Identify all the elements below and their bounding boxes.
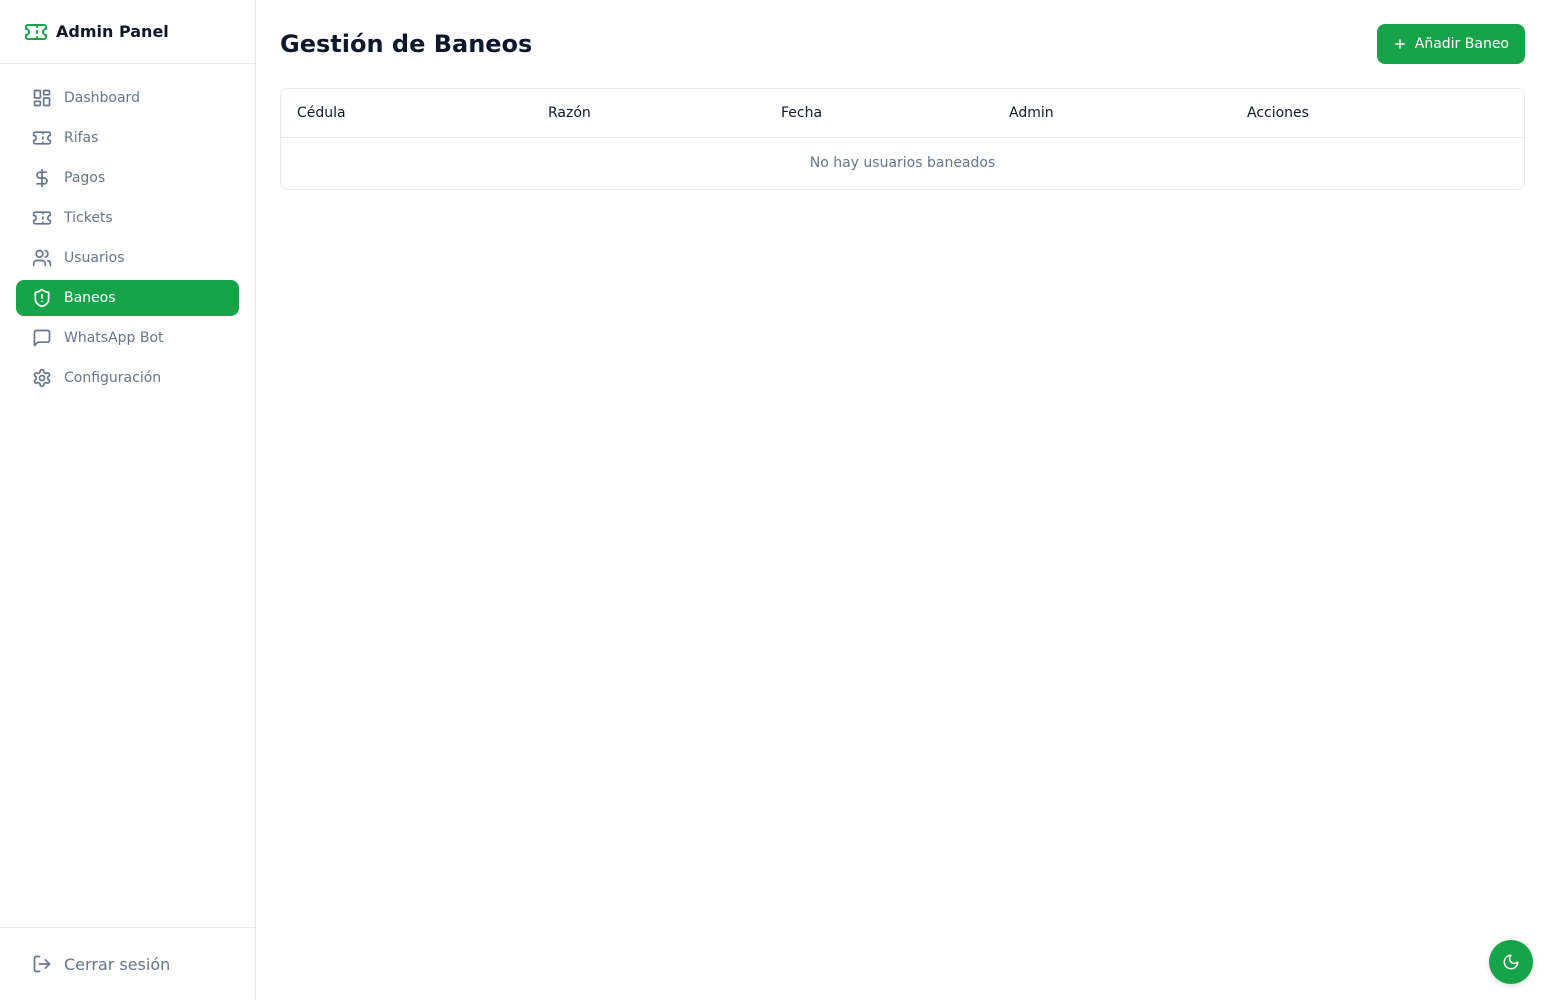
shield-alert-icon: [32, 288, 52, 308]
sidebar-item-label: Dashboard: [64, 90, 140, 106]
sidebar-nav: Dashboard Rifas Pagos Tickets Usuarios B…: [0, 64, 255, 416]
app-root: Admin Panel Dashboard Rifas Pagos Ticket…: [0, 0, 1549, 1000]
table-header-row: Cédula Razón Fecha Admin Acciones: [281, 89, 1524, 138]
sidebar-item-configuracion[interactable]: Configuración: [16, 360, 239, 396]
logout-label: Cerrar sesión: [64, 954, 171, 974]
sidebar-item-label: Rifas: [64, 130, 99, 146]
sidebar-item-label: Pagos: [64, 170, 106, 186]
brand-title: Admin Panel: [56, 22, 169, 41]
column-header-razon: Razón: [532, 89, 765, 138]
sidebar-item-rifas[interactable]: Rifas: [16, 120, 239, 156]
plus-icon: [1393, 37, 1407, 51]
empty-state-message: No hay usuarios baneados: [809, 155, 996, 172]
gear-icon: [32, 368, 52, 388]
dashboard-icon: [32, 88, 52, 108]
dollar-icon: [32, 168, 52, 188]
users-icon: [32, 248, 52, 268]
column-header-admin: Admin: [993, 89, 1231, 138]
main-content: Gestión de Baneos Añadir Baneo Cédula Ra…: [256, 0, 1549, 1000]
sidebar-item-baneos[interactable]: Baneos: [16, 280, 239, 316]
logout-icon: [32, 954, 52, 974]
ticket-icon: [32, 208, 52, 228]
sidebar-item-label: WhatsApp Bot: [64, 330, 164, 346]
sidebar: Admin Panel Dashboard Rifas Pagos Ticket…: [0, 0, 256, 1000]
sidebar-item-label: Tickets: [64, 210, 113, 226]
moon-icon: [1502, 953, 1520, 971]
table-row: No hay usuarios baneados: [281, 137, 1524, 189]
theme-toggle-button[interactable]: [1489, 940, 1533, 984]
brand: Admin Panel: [0, 0, 255, 64]
page-title: Gestión de Baneos: [280, 30, 533, 58]
sidebar-item-tickets[interactable]: Tickets: [16, 200, 239, 236]
sidebar-item-pagos[interactable]: Pagos: [16, 160, 239, 196]
sidebar-item-usuarios[interactable]: Usuarios: [16, 240, 239, 276]
column-header-cedula: Cédula: [281, 89, 532, 138]
sidebar-item-whatsapp-bot[interactable]: WhatsApp Bot: [16, 320, 239, 356]
add-ban-button[interactable]: Añadir Baneo: [1376, 24, 1525, 64]
table-header: Cédula Razón Fecha Admin Acciones: [281, 89, 1524, 138]
bans-table-card: Cédula Razón Fecha Admin Acciones No hay…: [280, 88, 1525, 190]
ticket-icon: [24, 20, 48, 44]
message-square-icon: [32, 328, 52, 348]
sidebar-item-dashboard[interactable]: Dashboard: [16, 80, 239, 116]
table-body: No hay usuarios baneados: [281, 137, 1524, 189]
add-ban-label: Añadir Baneo: [1414, 36, 1509, 52]
sidebar-item-label: Usuarios: [64, 250, 125, 266]
logout-button[interactable]: Cerrar sesión: [0, 927, 255, 1000]
column-header-fecha: Fecha: [765, 89, 993, 138]
ticket-icon: [32, 128, 52, 148]
column-header-acciones: Acciones: [1231, 89, 1524, 138]
sidebar-item-label: Configuración: [64, 370, 162, 386]
sidebar-item-label: Baneos: [64, 290, 116, 306]
page-header: Gestión de Baneos Añadir Baneo: [280, 24, 1525, 64]
bans-table: Cédula Razón Fecha Admin Acciones No hay…: [281, 89, 1524, 189]
